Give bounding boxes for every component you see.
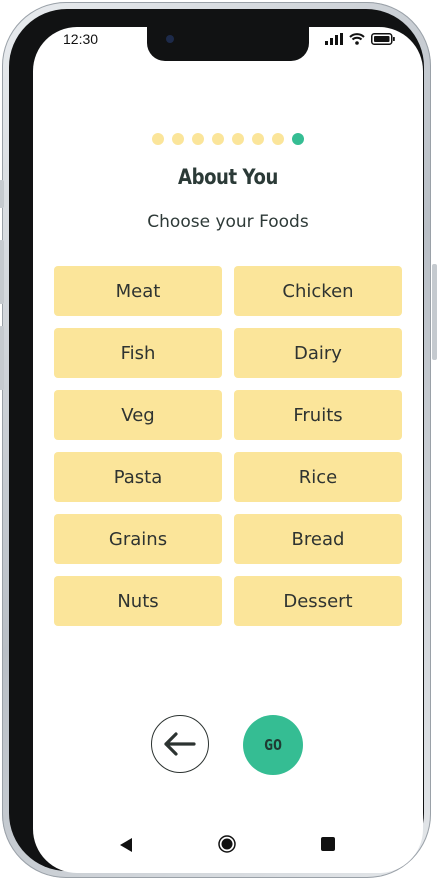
food-option-bread[interactable]: Bread — [234, 514, 402, 564]
food-option-nuts[interactable]: Nuts — [54, 576, 222, 626]
phone-frame: 12:30 About You Choose your Foods Meat C… — [0, 2, 437, 878]
square-recents-icon[interactable] — [321, 837, 335, 851]
wifi-icon — [349, 33, 365, 45]
progress-dot — [152, 133, 164, 145]
food-option-dairy[interactable]: Dairy — [234, 328, 402, 378]
progress-dot — [192, 133, 204, 145]
progress-dot — [172, 133, 184, 145]
food-option-fruits[interactable]: Fruits — [234, 390, 402, 440]
cellular-signal-icon — [325, 33, 343, 45]
volume-down-button — [0, 326, 4, 390]
camera-notch — [147, 27, 309, 61]
system-nav-bar — [33, 833, 423, 859]
food-option-rice[interactable]: Rice — [234, 452, 402, 502]
food-options-grid: Meat Chicken Fish Dairy Veg Fruits Pasta… — [54, 266, 402, 626]
progress-dot — [212, 133, 224, 145]
volume-up-button — [0, 240, 4, 304]
food-option-fish[interactable]: Fish — [54, 328, 222, 378]
arrow-left-icon — [164, 732, 196, 756]
page-subtitle: Choose your Foods — [147, 212, 309, 232]
progress-dot — [272, 133, 284, 145]
battery-icon — [371, 33, 395, 45]
progress-dot — [252, 133, 264, 145]
circle-home-icon[interactable] — [218, 835, 236, 853]
progress-dot-active — [292, 133, 304, 145]
screen: 12:30 About You Choose your Foods Meat C… — [33, 27, 423, 873]
food-option-pasta[interactable]: Pasta — [54, 452, 222, 502]
status-time: 12:30 — [63, 31, 99, 47]
back-button[interactable] — [151, 715, 209, 773]
food-option-grains[interactable]: Grains — [54, 514, 222, 564]
progress-dot — [232, 133, 244, 145]
food-option-chicken[interactable]: Chicken — [234, 266, 402, 316]
step-progress-dots — [33, 133, 423, 145]
triangle-back-icon[interactable] — [119, 837, 133, 853]
food-option-dessert[interactable]: Dessert — [234, 576, 402, 626]
page-title: About You — [178, 165, 278, 189]
mute-switch — [0, 180, 4, 208]
go-button[interactable]: GO — [243, 715, 303, 775]
front-camera — [166, 35, 174, 43]
food-option-meat[interactable]: Meat — [54, 266, 222, 316]
status-icons — [325, 33, 395, 45]
power-button — [432, 264, 437, 360]
phone-bezel: 12:30 About You Choose your Foods Meat C… — [9, 9, 424, 873]
food-option-veg[interactable]: Veg — [54, 390, 222, 440]
